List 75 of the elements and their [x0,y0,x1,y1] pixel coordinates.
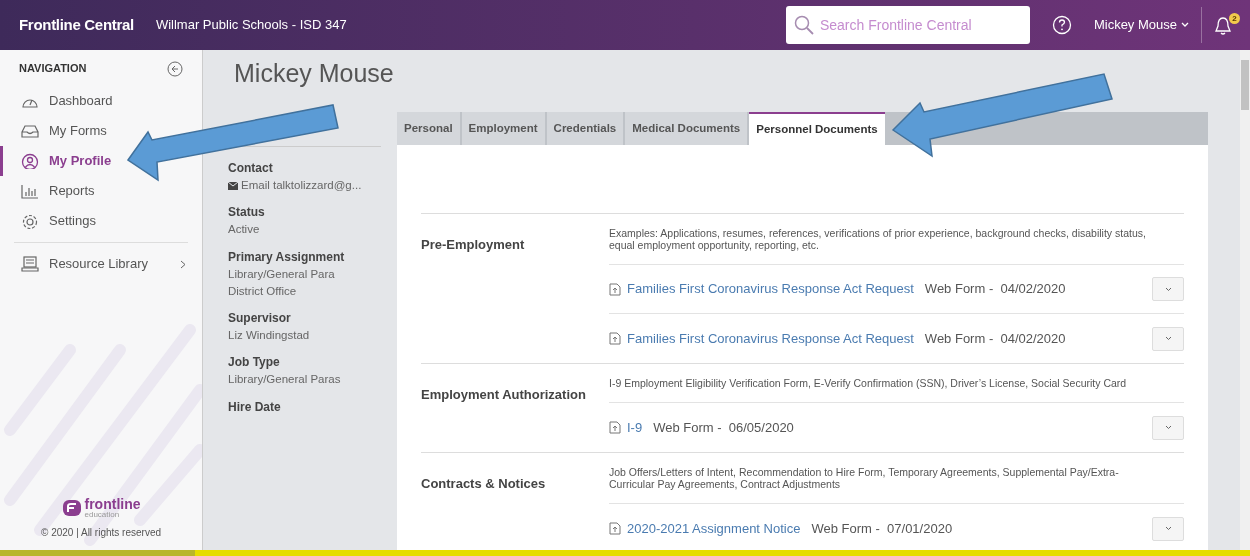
scrollbar-thumb[interactable] [1241,60,1249,110]
dropdown-button[interactable] [1152,326,1184,351]
document-icon [609,332,621,345]
dropdown-button[interactable] [1152,277,1184,301]
search-field[interactable]: Search Frontline Central [785,6,1030,44]
sidebar-item[interactable]: My Forms [0,116,113,146]
field-value: Liz Windingstad [228,328,311,343]
chevron-down-icon [1164,425,1172,430]
tab[interactable]: Medical Documents [625,112,748,145]
section-description: I-9 Employment Eligibility Verification Form, E-Verify Confirmation (SSN), Driver’s License, Social Security Card [609,364,1184,403]
user-menu[interactable]: Mickey Mouse [1093,15,1189,35]
section-title: Employment Authorization [421,387,586,402]
tab[interactable]: Personal [397,112,460,145]
sidebar-item[interactable]: Reports [0,176,101,206]
scrollbar[interactable] [1240,50,1250,550]
chevron-down-icon [1164,286,1172,292]
chevron-down-icon [1164,336,1172,341]
dropdown-button[interactable] [1152,516,1184,541]
organization-name: Willmar Public Schools - ISD 347 [155,16,347,35]
logo-subtext: education [84,511,121,519]
sidebar-item[interactable]: Dashboard [0,86,119,116]
user-icon [21,153,39,169]
tab[interactable]: Employment [461,112,545,145]
dropdown-button[interactable] [1152,415,1184,440]
inbox-icon [21,123,39,139]
tab[interactable]: Credentials [546,112,624,145]
document-icon [609,282,621,296]
field-label: Job Type [228,354,281,372]
logo-text: frontline [84,497,141,511]
bar-chart-icon [21,183,39,199]
document-icon [609,522,621,535]
field-value: Library/General Para [228,266,336,282]
section-description: Job Offers/Letters of Intent, Recommendation to Hire Form, Temporary Agreements, Supplemental Pay/Extra-Curricular Pay Agreements, Contract Adjustments [609,453,1184,504]
chevron-down-icon [1164,526,1172,531]
document-meta: Web Form - 04/02/2020 [924,280,1066,299]
profile-name: Mickey Mouse [234,58,394,89]
section-title: Contracts & Notices [421,476,546,491]
sidebar-item[interactable]: My Profile [0,146,118,176]
field-label: Contact [228,160,274,177]
field-label: Supervisor [228,310,292,327]
envelope-icon [228,181,238,190]
app-name[interactable]: Frontline Central [19,13,134,37]
document-link[interactable]: I-9 [627,417,643,438]
sidebar-item[interactable]: Resource Library [0,249,202,279]
chevron-down-icon [1181,22,1189,28]
help-icon [1051,15,1072,35]
search-icon [793,15,814,35]
chevron-right-icon [180,259,186,269]
field-label: Primary Assignment [228,248,346,266]
email-link[interactable]: Email talktolizzard@g... [241,177,362,195]
document-link[interactable]: 2020-2021 Assignment Notice [627,518,801,539]
navigation-heading: NAVIGATION [19,60,87,76]
section-description: Examples: Applications, resumes, references, verifications of prior experience, background checks, disability status, equal employment opportunity, reporting, etc. [609,214,1184,265]
arrow-left-icon [167,61,183,77]
section-title: Pre-Employment [421,237,525,252]
bell-icon [1214,16,1232,36]
document-meta: Web Form - 07/01/2020 [811,519,953,538]
document-link[interactable]: Families First Coronavirus Response Act Request [627,328,914,349]
settings-icon [21,213,39,229]
document-meta: Web Form - 04/02/2020 [924,329,1066,348]
sidebar-item[interactable]: Settings [0,206,102,236]
document-meta: Web Form - 06/05/2020 [653,418,794,437]
copyright-text: © 2020 | All rights reserved [41,526,161,540]
field-value: Active [228,222,261,238]
field-value: Library/General Paras [228,372,342,388]
field-label: Status [228,204,266,222]
field-value: District Office [228,283,298,299]
computer-icon [21,256,39,272]
notification-badge: 2 [1229,13,1240,24]
document-icon [609,421,621,434]
field-label: Hire Date [228,398,282,416]
document-link[interactable]: Families First Coronavirus Response Act Request [627,279,914,299]
logo-icon [61,499,82,517]
tab[interactable]: Personnel Documents [749,112,885,145]
collapse-button[interactable] [167,60,183,76]
